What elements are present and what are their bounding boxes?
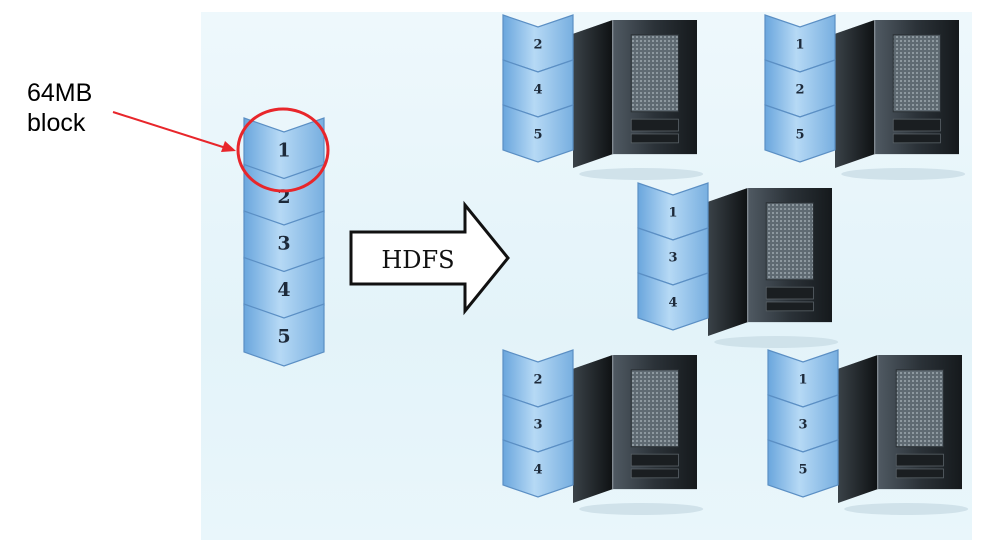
data-node-blocks: 2 3 4 xyxy=(502,349,574,498)
data-node-blocks: 2 4 5 xyxy=(502,14,574,163)
server-icon xyxy=(708,188,839,348)
block-number: 4 xyxy=(533,83,542,98)
data-node xyxy=(708,188,839,348)
data-node-blocks: 1 3 4 xyxy=(637,182,709,331)
block-number: 4 xyxy=(277,279,290,301)
hdfs-arrow: HDFS xyxy=(349,200,510,316)
block-number: 2 xyxy=(533,373,542,388)
block-number: 3 xyxy=(668,251,677,266)
hdfs-diagram: 64MB block 1 2 3 4 5 2 4 5 1 2 5 1 3 4 2… xyxy=(0,0,982,550)
block-number: 2 xyxy=(277,186,290,208)
block-number: 1 xyxy=(277,139,290,161)
server-icon xyxy=(573,20,704,180)
block-number: 5 xyxy=(795,128,804,143)
block-number: 2 xyxy=(795,83,804,98)
block-number: 1 xyxy=(795,38,804,53)
data-node-blocks: 1 2 5 xyxy=(764,14,836,163)
block-number: 5 xyxy=(533,128,542,143)
block-number: 5 xyxy=(798,463,807,478)
data-node xyxy=(838,355,969,515)
hdfs-arrow-label: HDFS xyxy=(381,246,454,274)
block-number: 3 xyxy=(798,418,807,433)
data-node xyxy=(573,355,704,515)
block-number: 3 xyxy=(533,418,542,433)
data-node xyxy=(573,20,704,180)
block-number: 4 xyxy=(533,463,542,478)
block-number: 1 xyxy=(668,206,677,221)
data-node xyxy=(835,20,966,180)
block-number: 1 xyxy=(798,373,807,388)
block-number: 3 xyxy=(277,232,290,254)
data-node-blocks: 1 3 5 xyxy=(767,349,839,498)
block-number: 4 xyxy=(668,296,677,311)
server-icon xyxy=(838,355,969,515)
diagram-canvas: 1 2 3 4 5 2 4 5 1 2 5 1 3 4 2 3 4 1 3 5 HDFS xyxy=(112,14,969,515)
server-icon xyxy=(573,355,704,515)
block-number: 2 xyxy=(533,38,542,53)
server-icon xyxy=(835,20,966,180)
pointer-arrow xyxy=(112,111,236,152)
block-number: 5 xyxy=(277,325,290,347)
